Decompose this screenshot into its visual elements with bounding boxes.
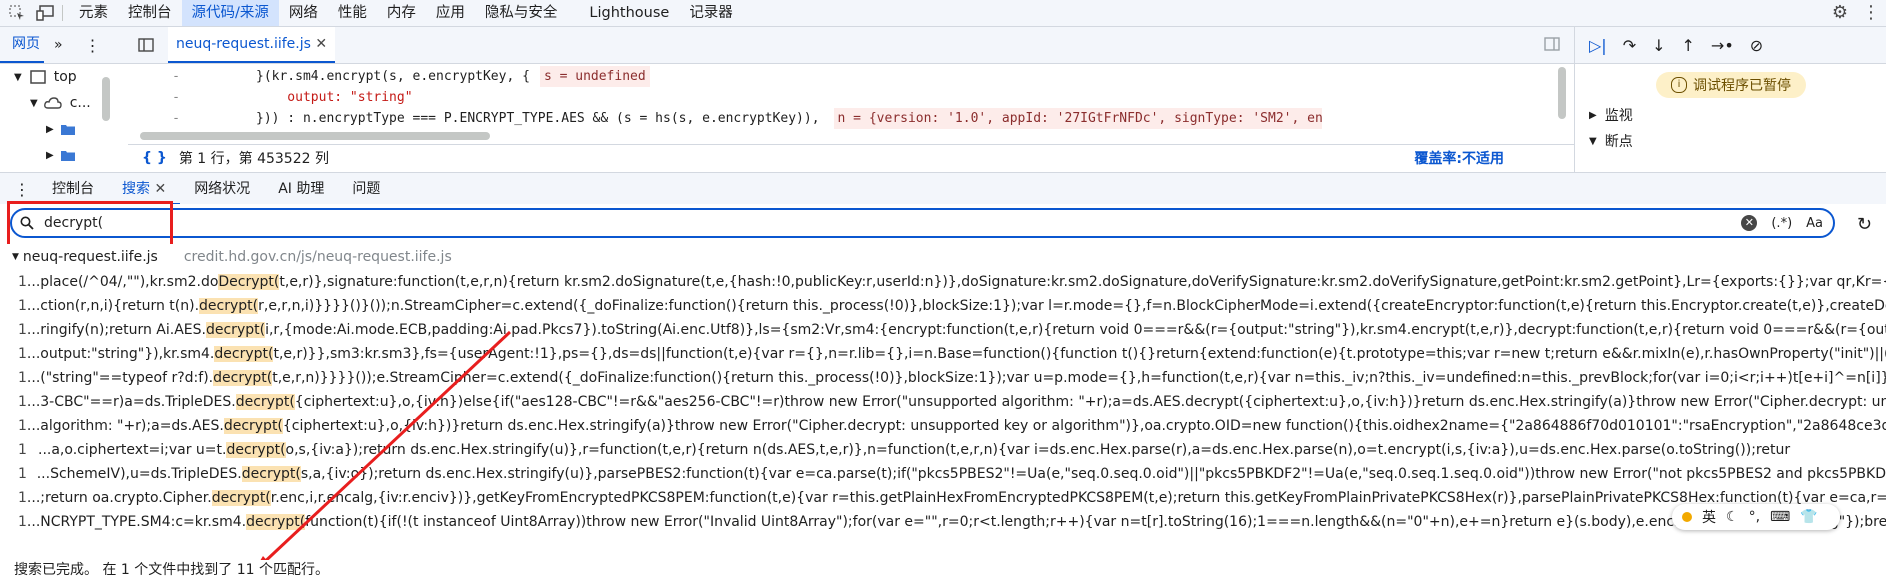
keyboard-icon[interactable]: ⌨ (1770, 509, 1790, 525)
moon-icon[interactable]: ☾ (1726, 509, 1739, 525)
annotation-arrow (252, 330, 512, 574)
ime-language[interactable]: 英 (1702, 507, 1716, 527)
ime-toolbar[interactable]: 英 ☾ °, ⌨ 👕 (1672, 504, 1840, 530)
search-status: 搜索已完成。 在 1 个文件中找到了 11 个匹配行。 (0, 560, 1886, 581)
ime-dot-icon (1682, 512, 1692, 522)
punctuation-icon[interactable]: °, (1749, 509, 1760, 525)
shirt-icon[interactable]: 👕 (1800, 509, 1817, 525)
